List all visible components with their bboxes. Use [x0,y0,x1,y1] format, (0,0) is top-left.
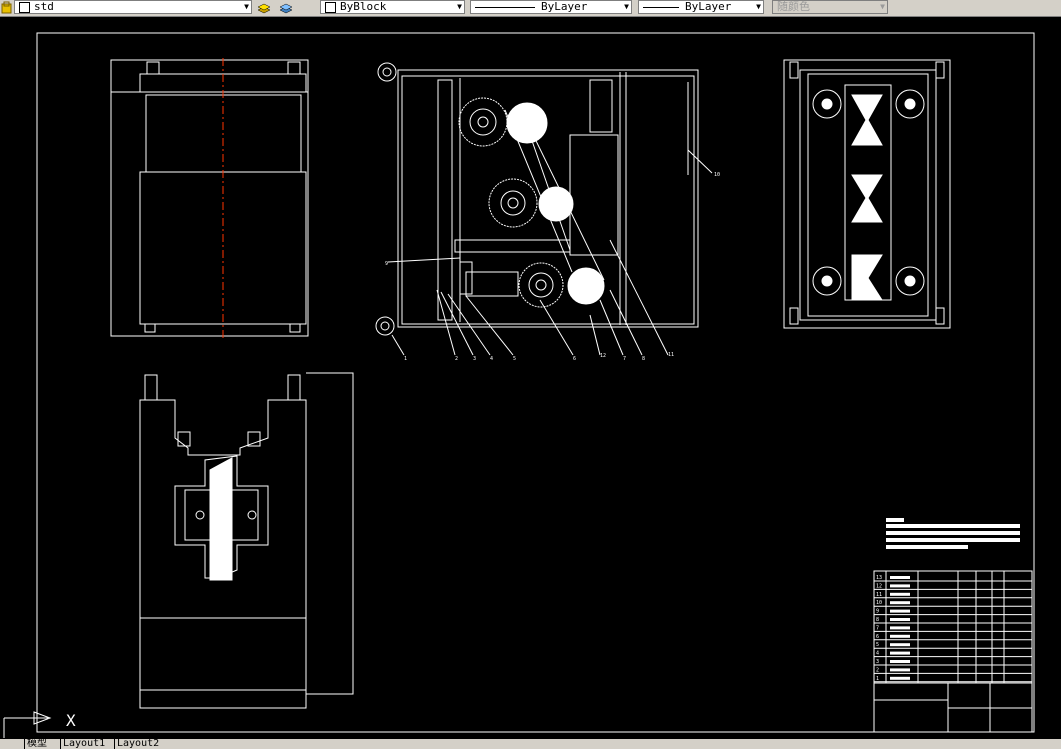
ucs-x-label: X [66,711,76,730]
part-code [890,584,910,588]
balloon-label: 11 [668,352,674,358]
part-code [890,626,910,630]
ucs-icon [3,711,52,738]
row-number: 1 [876,676,879,682]
part-code [890,668,910,672]
properties-toolbar: std ▼ ByBlock ▼ ByLayer ▼ ByLayer ▼ 随颜色 … [0,0,1061,17]
plotstyle-value: 随颜色 [777,0,810,13]
part-code [890,618,910,621]
row-number: 5 [876,642,879,648]
chevron-down-icon[interactable]: ▼ [244,1,249,13]
row-number: 12 [876,583,882,589]
row-number: 6 [876,634,879,640]
balloon-label: 10 [714,172,720,178]
color-control[interactable]: ByBlock ▼ [320,0,465,14]
color-swatch [325,1,336,13]
lineweight-control[interactable]: ByLayer ▼ [638,0,764,14]
balloon-label: 12 [600,353,606,359]
balloon-label: 7 [623,356,626,362]
part-code [890,634,910,638]
chevron-down-icon[interactable]: ▼ [457,1,462,13]
part-code [890,601,910,605]
part-code [890,643,910,647]
section-view-center [375,62,713,356]
balloon-label: 2 [455,356,458,362]
lineweight-value: ByLayer [685,0,732,13]
row-number: 10 [876,600,882,606]
linetype-control[interactable]: ByLayer ▼ [470,0,632,14]
balloon-label: 4 [490,356,493,362]
model-space-canvas[interactable]: 13 12 11 10 9 8 7 6 5 4 3 2 1 X 1 2 3 4 5 6 12 7 8 9 10 11 [0,17,1061,739]
part-code [890,660,910,663]
balloon-label: 5 [513,356,516,362]
chevron-down-icon[interactable]: ▼ [756,1,761,13]
part-code [890,592,910,596]
plan-view-bottom [139,372,354,709]
row-number: 11 [876,592,882,598]
chevron-down-icon[interactable]: ▼ [624,1,629,13]
color-value: ByBlock [340,0,387,13]
row-number: 4 [876,651,879,657]
front-view-left [110,58,309,338]
title-block-rows: 13 12 11 10 9 8 7 6 5 4 3 2 1 [874,575,1032,683]
balloon-label: 6 [573,356,576,362]
tab-layout1[interactable]: Layout1 [60,739,107,749]
tab-layout2[interactable]: Layout2 [114,739,161,749]
row-number: 3 [876,659,879,665]
part-code [890,651,910,655]
balloon-label: 3 [473,356,476,362]
row-number: 2 [876,667,879,673]
layer-name: std [34,0,54,13]
part-code [890,676,910,680]
layers-icon[interactable] [278,0,294,14]
layout-tabs-bar: 模型 Layout1 Layout2 [0,739,1061,749]
linetype-value: ByLayer [541,0,588,13]
balloon-label: 8 [642,356,645,362]
chevron-down-icon: ▼ [880,2,885,11]
plotstyle-control: 随颜色 ▼ [772,0,888,14]
row-number: 13 [876,575,882,581]
part-code [890,609,910,613]
tab-model[interactable]: 模型 [24,739,49,749]
linetype-preview [475,6,535,8]
technical-notes [886,518,1020,549]
part-code [890,576,910,579]
cad-drawing: 13121110987654321 X 1 2 3 4 5 6 12 7 891011 [3,32,1035,738]
row-number: 8 [876,617,879,623]
row-number: 7 [876,625,879,631]
balloon-label: 1 [404,356,407,362]
lineweight-preview [643,6,679,8]
layer-color-swatch [19,1,30,13]
layer-state-icon[interactable] [256,0,272,14]
side-view-right [783,59,951,329]
layer-select[interactable]: std ▼ [14,0,252,14]
row-number: 9 [876,609,879,615]
balloon-label: 9 [385,261,388,267]
